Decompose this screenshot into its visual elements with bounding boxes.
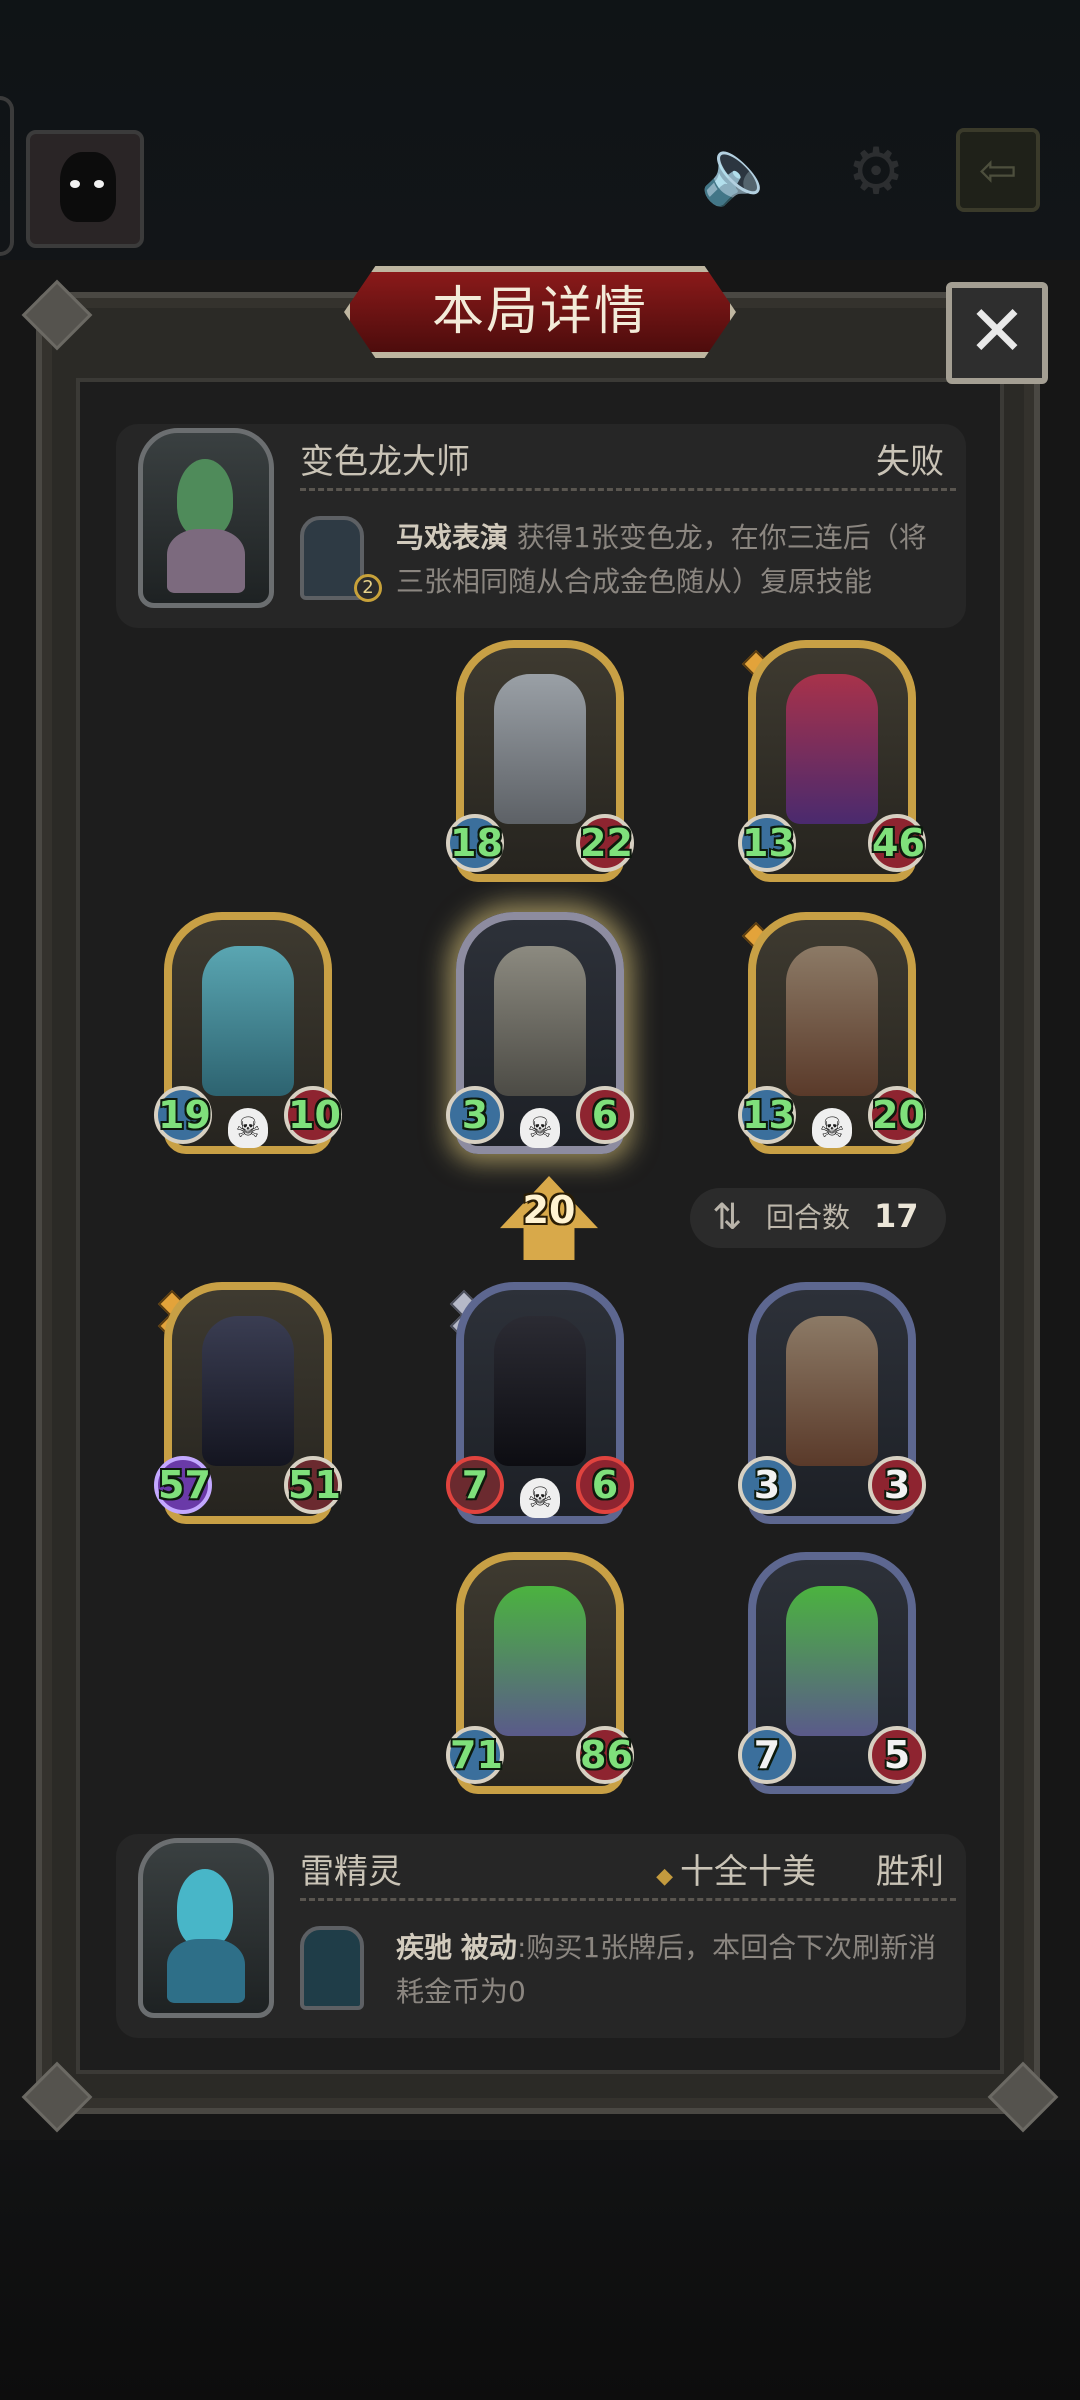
player-avatar[interactable] xyxy=(26,130,144,248)
player-card: 雷精灵 ◆ 十全十美 胜利 疾驰 被动:购买1张牌后，本回合下次刷新消耗金币为0 xyxy=(116,1834,966,2038)
unit-art xyxy=(494,674,586,824)
portrait-body xyxy=(167,1939,245,2003)
health-stat: 86 xyxy=(576,1726,634,1784)
skill-type: 被动 xyxy=(460,1931,517,1964)
round-value: 17 xyxy=(874,1197,919,1235)
attack-stat: 13 xyxy=(738,1086,796,1144)
unit-art xyxy=(202,946,294,1096)
speaker-icon[interactable]: 🔈 xyxy=(700,132,780,212)
unit-art xyxy=(786,1316,878,1466)
skill-level-badge: 2 xyxy=(354,574,382,602)
attack-stat: 3 xyxy=(446,1086,504,1144)
player-tag: ◆ 十全十美 xyxy=(656,1844,816,1893)
unit-art xyxy=(786,674,878,824)
portrait-body xyxy=(167,529,245,593)
player-portrait xyxy=(138,1838,274,2018)
player-unit-card[interactable]: 71 86 xyxy=(446,1552,634,1798)
health-stat: 3 xyxy=(868,1456,926,1514)
unit-art xyxy=(494,1586,586,1736)
divider xyxy=(300,488,956,491)
portrait-head xyxy=(177,459,233,537)
attack-stat: 3 xyxy=(738,1456,796,1514)
attack-stat: 57 xyxy=(154,1456,212,1514)
opponent-unit-card[interactable]: ☠ 3 6 xyxy=(446,912,634,1158)
unit-art xyxy=(786,946,878,1096)
close-icon: ✕ xyxy=(967,290,1027,372)
opponent-unit-card[interactable]: ☠ 13 20 xyxy=(738,912,926,1158)
attack-stat: 7 xyxy=(446,1456,504,1514)
player-unit-card[interactable]: 3 3 xyxy=(738,1282,926,1528)
avatar-eye xyxy=(94,180,104,188)
unit-art xyxy=(202,1316,294,1466)
player-unit-card[interactable]: ☠ 7 6 xyxy=(446,1282,634,1528)
bottom-background xyxy=(0,2140,1080,2400)
round-swap-icon: ⇅ xyxy=(712,1197,743,1238)
health-stat: 5 xyxy=(868,1726,926,1784)
player-name: 雷精灵 xyxy=(300,1852,402,1892)
divider xyxy=(300,1898,956,1901)
health-stat: 22 xyxy=(576,814,634,872)
health-stat: 6 xyxy=(576,1086,634,1144)
portrait-head xyxy=(177,1869,233,1947)
player-skill-text: 疾驰 被动:购买1张牌后，本回合下次刷新消耗金币为0 xyxy=(396,1926,948,2014)
player-result: 胜利 xyxy=(876,1852,944,1892)
unit-art xyxy=(494,1316,586,1466)
round-label: 回合数 xyxy=(766,1201,851,1234)
opponent-card: 变色龙大师 失败 2 马戏表演 获得1张变色龙，在你三连后（将三张相同随从合成金… xyxy=(116,424,966,628)
skill-name: 疾驰 xyxy=(396,1931,453,1964)
skull-icon: ☠ xyxy=(520,1478,560,1518)
attack-stat: 7 xyxy=(738,1726,796,1784)
health-stat: 6 xyxy=(576,1456,634,1514)
skull-icon: ☠ xyxy=(812,1108,852,1148)
page-title: 本局详情 xyxy=(431,282,648,342)
opponent-skill-text: 马戏表演 获得1张变色龙，在你三连后（将三张相同随从合成金色随从）复原技能 xyxy=(396,516,948,604)
opponent-name: 变色龙大师 xyxy=(300,442,470,482)
attack-stat: 19 xyxy=(154,1086,212,1144)
player-skill-icon[interactable] xyxy=(300,1926,364,2010)
player-tag-label: 十全十美 xyxy=(680,1852,816,1892)
unit-art xyxy=(786,1586,878,1736)
exit-icon[interactable]: ⇦ xyxy=(956,128,1040,212)
side-panel-tab[interactable] xyxy=(0,96,14,256)
diamond-icon: ◆ xyxy=(656,1864,680,1889)
opponent-unit-card[interactable]: ☠ 19 10 xyxy=(154,912,342,1158)
attack-stat: 18 xyxy=(446,814,504,872)
opponent-portrait xyxy=(138,428,274,608)
health-stat: 10 xyxy=(284,1086,342,1144)
player-unit-card[interactable]: 7 5 xyxy=(738,1552,926,1798)
gear-icon[interactable]: ⚙ xyxy=(836,132,916,212)
opponent-unit-card[interactable]: 13 46 xyxy=(738,640,926,886)
attack-stat: 71 xyxy=(446,1726,504,1784)
avatar-face xyxy=(60,152,116,222)
avatar-eye xyxy=(70,180,80,188)
tavern-tier: 20 xyxy=(522,1188,576,1232)
attack-stat: 13 xyxy=(738,814,796,872)
health-stat: 46 xyxy=(868,814,926,872)
unit-art xyxy=(494,946,586,1096)
top-hud-background xyxy=(0,0,1080,260)
round-counter: ⇅ 回合数 17 xyxy=(690,1188,946,1248)
health-stat: 20 xyxy=(868,1086,926,1144)
skull-icon: ☠ xyxy=(228,1108,268,1148)
opponent-unit-card[interactable]: 18 22 xyxy=(446,640,634,886)
close-button[interactable]: ✕ xyxy=(946,282,1048,384)
health-stat: 51 xyxy=(284,1456,342,1514)
player-unit-card[interactable]: 57 51 xyxy=(154,1282,342,1528)
opponent-result: 失败 xyxy=(876,442,944,482)
skull-icon: ☠ xyxy=(520,1108,560,1148)
skill-name: 马戏表演 xyxy=(396,521,509,554)
